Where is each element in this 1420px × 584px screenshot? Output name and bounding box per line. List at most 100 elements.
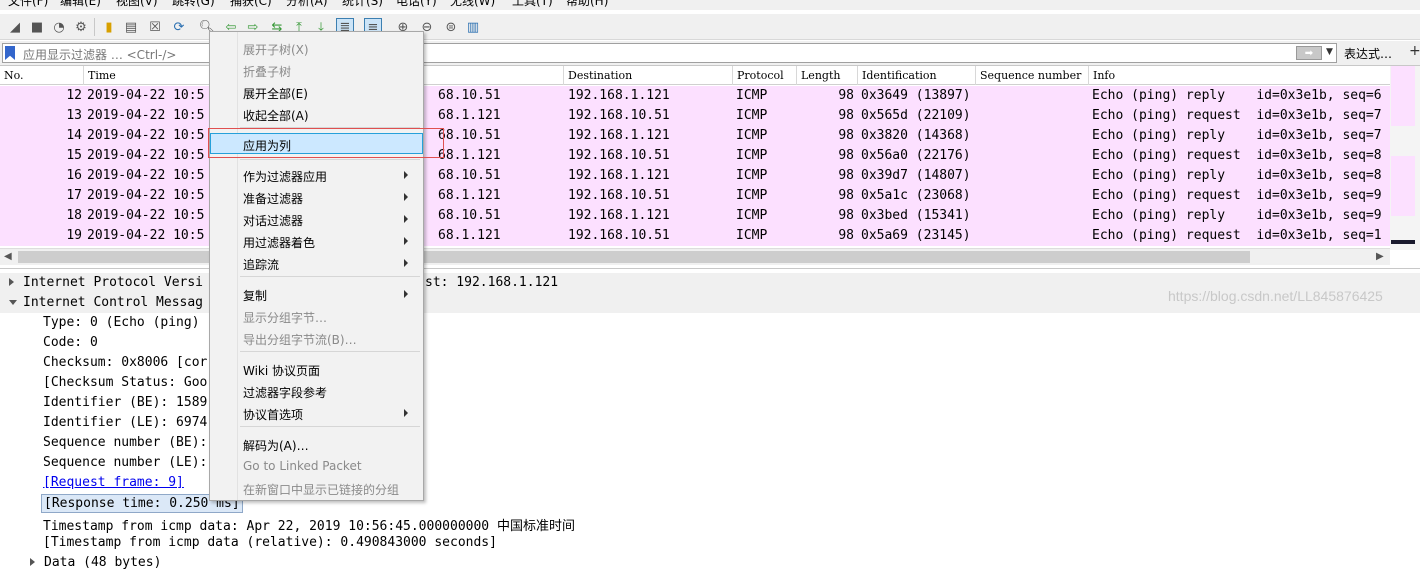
detail-row[interactable]: [Timestamp from icmp data (relative): 0.… — [0, 533, 1420, 553]
packet-cell-no: 17 — [66, 188, 82, 203]
menu-item-collapse-subtrees[interactable]: 折叠子树 — [210, 59, 423, 80]
menu-go[interactable]: 跳转(G) — [172, 0, 215, 9]
packet-cell-no: 15 — [66, 148, 82, 163]
menu-telephony[interactable]: 电话(Y) — [396, 0, 437, 9]
detail-text: Sequence number (BE): — [43, 435, 208, 450]
menu-item-conversation-filter[interactable]: 对话过滤器 — [210, 208, 423, 229]
detail-text: [Timestamp from icmp data (relative): 0.… — [43, 535, 497, 550]
scroll-left-icon[interactable]: ◀ — [4, 251, 12, 262]
packet-cell-time: 2019-04-22 10:5 — [87, 128, 205, 143]
column-header-protocol[interactable]: Protocol — [737, 69, 784, 82]
menu-capture[interactable]: 捕获(C) — [230, 0, 272, 9]
chevron-down-icon[interactable]: ▼ — [1326, 47, 1333, 57]
menu-file[interactable]: 文件(F) — [8, 0, 48, 9]
scrollbar-thumb[interactable] — [18, 251, 1250, 263]
menu-item-decode-as[interactable]: 解码为(A)… — [210, 433, 423, 454]
menu-statistics[interactable]: 统计(S) — [342, 0, 383, 9]
submenu-arrow-icon — [404, 237, 408, 245]
resize-columns-icon[interactable]: ▥ — [464, 18, 482, 36]
menu-separator — [240, 127, 420, 128]
column-header-length[interactable]: Length — [801, 69, 840, 82]
scroll-right-icon[interactable]: ▶ — [1376, 251, 1384, 262]
menu-item-apply-as-filter[interactable]: 作为过滤器应用 — [210, 164, 423, 185]
menu-analyze[interactable]: 分析(A) — [286, 0, 328, 9]
column-header-time[interactable]: Time — [88, 69, 116, 82]
packet-cell-src: 68.10.51 — [438, 128, 501, 143]
menu-wireless[interactable]: 无线(W) — [450, 0, 495, 9]
menu-item-copy[interactable]: 复制 — [210, 283, 423, 304]
packet-cell-info: Echo (ping) request id=0x3e1b, seq=8 — [1092, 148, 1382, 163]
expression-button[interactable]: 表达式… — [1344, 45, 1392, 62]
packet-cell-src: 68.1.121 — [438, 188, 501, 203]
save-file-icon[interactable]: ▤ — [122, 18, 140, 36]
packet-minimap[interactable] — [1390, 66, 1420, 250]
menu-item-filter-field-reference[interactable]: 过滤器字段参考 — [210, 380, 423, 401]
packet-cell-dst: 192.168.10.51 — [568, 148, 670, 163]
expand-down-icon[interactable] — [9, 300, 17, 305]
menu-separator — [240, 159, 420, 160]
column-header-identification[interactable]: Identification — [862, 69, 937, 82]
open-file-icon[interactable]: ▮ — [100, 18, 118, 36]
apply-filter-arrow-icon[interactable]: ➡ — [1296, 46, 1322, 60]
packet-cell-time: 2019-04-22 10:5 — [87, 168, 205, 183]
context-menu: 展开子树(X) 折叠子树 展开全部(E) 收起全部(A) 应用为列 作为过滤器应… — [209, 31, 424, 501]
bookmark-icon[interactable] — [5, 46, 15, 60]
submenu-arrow-icon — [404, 171, 408, 179]
reload-file-icon[interactable]: ⟳ — [170, 18, 188, 36]
menu-item-export-packet-bytes[interactable]: 导出分组字节流(B)… — [210, 327, 423, 348]
display-filter-input[interactable]: 应用显示过滤器 … <Ctrl-/> ➡ ▼ — [2, 43, 1337, 63]
packet-cell-dst: 192.168.1.121 — [568, 88, 670, 103]
normal-size-icon[interactable]: ⊜ — [442, 18, 460, 36]
restart-capture-icon[interactable]: ◔ — [50, 18, 68, 36]
column-header-info[interactable]: Info — [1093, 69, 1115, 82]
menu-item-protocol-preferences[interactable]: 协议首选项 — [210, 402, 423, 423]
packet-cell-len: 98 — [838, 168, 854, 183]
column-header-no[interactable]: No. — [4, 69, 24, 82]
capture-options-icon[interactable]: ⚙ — [72, 18, 90, 36]
packet-cell-info: Echo (ping) reply id=0x3e1b, seq=6 — [1092, 88, 1382, 103]
packet-cell-dst: 192.168.10.51 — [568, 228, 670, 243]
submenu-arrow-icon — [404, 193, 408, 201]
add-filter-button[interactable]: + — [1409, 43, 1420, 59]
menu-item-apply-as-column[interactable]: 应用为列 — [210, 133, 423, 154]
menu-item-expand-all[interactable]: 展开全部(E) — [210, 81, 423, 102]
menu-item-show-packet-bytes[interactable]: 显示分组字节… — [210, 305, 423, 326]
packet-cell-id: 0x565d (22109) — [861, 108, 971, 123]
expand-right-icon[interactable] — [30, 558, 35, 566]
start-capture-icon[interactable]: ◢ — [6, 18, 24, 36]
packet-cell-info: Echo (ping) request id=0x3e1b, seq=1 — [1092, 228, 1382, 243]
menu-item-collapse-all[interactable]: 收起全部(A) — [210, 103, 423, 124]
menu-item-show-linked-in-new-window[interactable]: 在新窗口中显示已链接的分组 — [210, 477, 423, 498]
menu-item-expand-subtrees[interactable]: 展开子树(X) — [210, 37, 423, 58]
packet-cell-id: 0x3649 (13897) — [861, 88, 971, 103]
detail-row[interactable]: Data (48 bytes) — [0, 553, 1420, 573]
column-header-destination[interactable]: Destination — [568, 69, 632, 82]
menu-tools[interactable]: 工具(T) — [512, 0, 553, 9]
packet-cell-src: 68.1.121 — [438, 108, 501, 123]
menu-item-prepare-filter[interactable]: 准备过滤器 — [210, 186, 423, 207]
menu-view[interactable]: 视图(V) — [116, 0, 158, 9]
menu-help[interactable]: 帮助(H) — [566, 0, 608, 9]
close-file-icon[interactable]: ☒ — [146, 18, 164, 36]
packet-cell-time: 2019-04-22 10:5 — [87, 188, 205, 203]
packet-cell-len: 98 — [838, 188, 854, 203]
packet-cell-src: 68.1.121 — [438, 148, 501, 163]
packet-cell-id: 0x39d7 (14807) — [861, 168, 971, 183]
request-frame-link[interactable]: [Request frame: 9] — [41, 474, 186, 493]
packet-cell-dst: 192.168.10.51 — [568, 108, 670, 123]
packet-cell-len: 98 — [838, 128, 854, 143]
packet-cell-proto: ICMP — [736, 228, 768, 243]
stop-capture-icon[interactable]: ■ — [28, 18, 46, 36]
packet-cell-proto: ICMP — [736, 208, 768, 223]
menu-item-colorize-filter[interactable]: 用过滤器着色 — [210, 230, 423, 251]
menu-item-go-to-linked-packet[interactable]: Go to Linked Packet — [210, 455, 423, 476]
menu-item-follow-stream[interactable]: 追踪流 — [210, 252, 423, 273]
submenu-arrow-icon — [404, 215, 408, 223]
menu-item-wiki-protocol-page[interactable]: Wiki 协议页面 — [210, 358, 423, 379]
expand-right-icon[interactable] — [9, 278, 14, 286]
column-header-sequence-number[interactable]: Sequence number — [980, 69, 1081, 82]
detail-row[interactable]: Timestamp from icmp data: Apr 22, 2019 1… — [0, 513, 1420, 534]
packet-cell-proto: ICMP — [736, 168, 768, 183]
menu-edit[interactable]: 编辑(E) — [60, 0, 101, 9]
detail-text: Timestamp from icmp data: Apr 22, 2019 1… — [43, 519, 575, 534]
